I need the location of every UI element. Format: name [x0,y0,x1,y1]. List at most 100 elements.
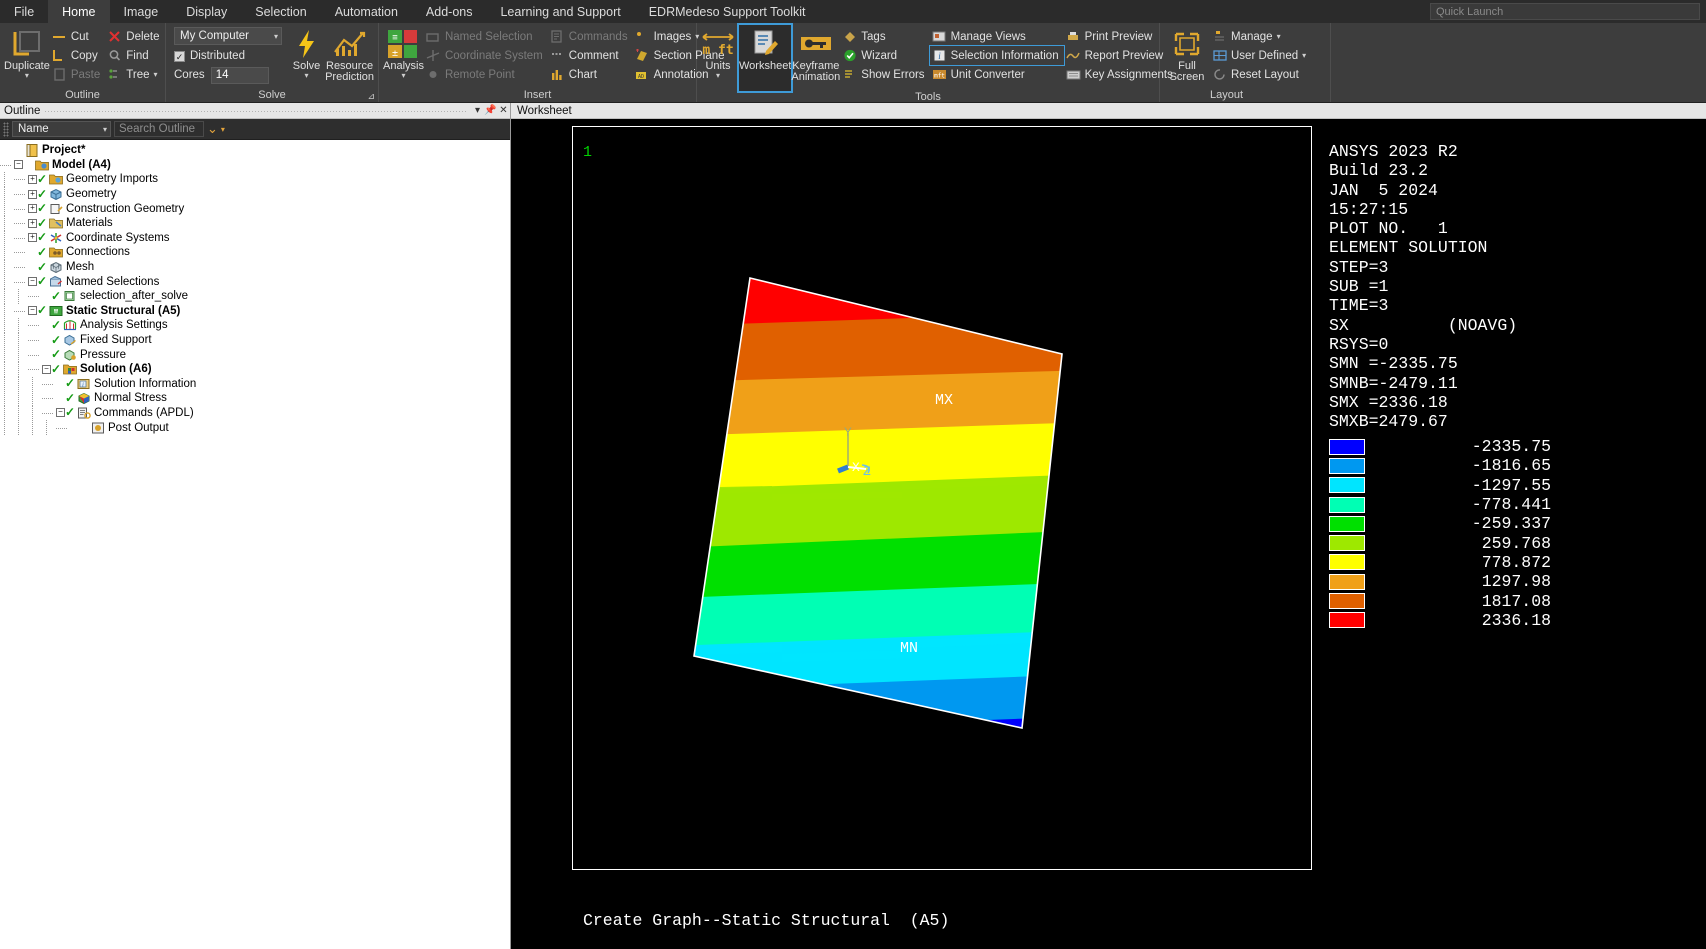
menu-item-display[interactable]: Display [172,0,241,23]
solve-target-dropdown[interactable]: My Computer ▾ [174,27,282,45]
cores-input[interactable]: 14 [210,66,269,84]
find-button[interactable]: Find [105,46,164,65]
manage-layout-button[interactable]: Manage ▾ [1210,27,1311,46]
tree-caret-icon[interactable]: ▾ [154,71,158,79]
duplicate-caret-icon[interactable]: ▾ [25,72,29,80]
tree-guide [42,420,56,435]
remote-point-button: Remote Point [424,65,548,84]
comment-label: Comment [568,49,619,62]
tree-item-connections[interactable]: ✓ Connections [0,245,510,260]
tree-item-commands-apdl[interactable]: − ✓ Commands (APDL) [0,405,510,421]
search-options-icon[interactable]: ▾ [221,125,225,133]
units-button[interactable]: m ft Units ▾ [701,25,735,80]
menu-item-file[interactable]: File [0,0,49,23]
tags-button[interactable]: Tags [840,27,929,46]
reset-layout-button[interactable]: Reset Layout [1210,65,1311,84]
toolbar-grip[interactable] [3,121,9,137]
menu-item-add-ons[interactable]: Add-ons [412,0,487,23]
tree-item-coordinate-systems[interactable]: + ✓ Coordinate Systems [0,230,510,246]
tree-expander[interactable]: − [28,306,37,316]
tree-expander[interactable]: + [28,204,37,214]
tree-expander[interactable]: + [28,218,37,228]
unit-converter-button[interactable]: mft Unit Converter [930,65,1064,84]
tree-item-selection-after-solve[interactable]: ✓ selection_after_solve [0,288,510,304]
resource-prediction-button[interactable]: Resource Prediction [325,25,374,83]
wizard-button[interactable]: Wizard [840,46,929,65]
svg-text:±: ± [392,48,398,59]
tree-status-check-icon: ✓ [51,347,62,362]
delete-button[interactable]: Delete [105,27,164,46]
show-errors-button[interactable]: Show Errors [840,65,929,84]
tree-item-label: Geometry [66,188,117,201]
menu-item-edrmedeso-support-toolkit[interactable]: EDRMedeso Support Toolkit [635,0,820,23]
manage-views-button[interactable]: Manage Views [930,27,1064,46]
user-defined-caret-icon[interactable]: ▾ [1302,52,1306,60]
tree-item-mesh[interactable]: ✓ Mesh [0,259,510,275]
user-defined-button[interactable]: User Defined ▾ [1210,46,1311,65]
tree-expander[interactable]: + [28,189,37,199]
outline-filter-dropdown[interactable]: Name ▾ [12,121,111,137]
solve-caret-icon[interactable]: ▾ [305,72,309,80]
menu-item-home[interactable]: Home [48,0,110,23]
graphics-viewport[interactable]: 1 MX MN Y X Z ANSYS 2023 R2 Build 23.2 J… [511,119,1706,949]
tree-expander[interactable]: + [28,233,37,243]
tree-guide [28,348,42,362]
tree-item-construction-geometry[interactable]: + ✓ Construction Geometry [0,201,510,216]
menu-item-automation[interactable]: Automation [321,0,412,23]
tree-expander[interactable]: + [28,174,37,184]
comment-button[interactable]: Comment [548,46,633,65]
tree-item-pressure[interactable]: ✓ Pressure [0,347,510,362]
tree-button[interactable]: Tree ▾ [105,65,164,84]
distributed-checkbox[interactable]: ✓ [174,50,185,62]
tree-item-label: Coordinate Systems [66,231,170,244]
keyframe-animation-button[interactable]: Keyframe Animation [791,25,840,83]
tree-item-model-a4[interactable]: − Model (A4) [0,158,510,173]
menu-item-selection[interactable]: Selection [241,0,320,23]
outline-menu-icon[interactable]: ▾ [471,105,484,116]
tree-item-named-selections[interactable]: − ✓ Named Selections [0,274,510,289]
tree-item-materials[interactable]: + ✓ Materials [0,215,510,231]
distributed-checkbox-row[interactable]: ✓ Distributed [174,47,282,65]
tree-item-solution-information[interactable]: ✓ i Solution Information [0,376,510,392]
tree-expander[interactable]: − [14,160,23,170]
tree-item-project[interactable]: Project* [0,143,510,158]
tree-status-check-icon: ✓ [37,259,48,274]
tree-item-solution-a6[interactable]: − ✓ Solution (A6) [0,361,510,377]
quick-launch-input[interactable]: Quick Launch [1430,3,1700,20]
search-expand-icon[interactable]: ⌄ [207,121,218,137]
analysis-caret-icon[interactable]: ▾ [401,72,405,80]
solve-button[interactable]: Solve ▾ [288,25,325,80]
paste-icon [52,67,67,82]
duplicate-button[interactable]: Duplicate ▾ [4,25,50,80]
tree-expander[interactable]: − [56,408,65,418]
tree-item-geometry-imports[interactable]: + ✓ Geometry Imports [0,172,510,187]
copy-button[interactable]: Copy [50,46,105,65]
tree-expander[interactable]: − [42,364,51,374]
tree-expander[interactable]: − [28,277,37,287]
analysis-button[interactable]: ≡ ± Analysis ▾ [383,25,424,80]
outline-pin-icon[interactable]: 📌 [484,105,497,116]
chart-button[interactable]: Chart [548,65,633,84]
menu-item-learning-and-support[interactable]: Learning and Support [486,0,634,23]
manage-views-label: Manage Views [950,30,1026,43]
tree-item-normal-stress[interactable]: ✓ Normal Stress [0,391,510,406]
tree-guide [14,275,28,289]
worksheet-button[interactable]: Worksheet [736,23,794,93]
units-caret-icon[interactable]: ▾ [716,72,720,80]
cut-button[interactable]: Cut [50,27,105,46]
full-screen-button[interactable]: Full Screen [1164,25,1210,83]
menu-item-image[interactable]: Image [110,0,173,23]
show-errors-icon [842,67,857,82]
tree-item-geometry[interactable]: + ✓ Geometry [0,186,510,202]
tree-item-fixed-support[interactable]: ✓ Fixed Support [0,332,510,348]
manage-caret-icon[interactable]: ▾ [1277,33,1281,41]
worksheet-title-bar: Worksheet [511,103,1706,119]
search-outline-input[interactable]: Search Outline [114,121,204,137]
selection-information-button[interactable]: i Selection Information [928,45,1065,66]
outline-close-icon[interactable]: ✕ [497,105,510,116]
solve-dialog-launcher[interactable]: ⊿ [367,91,375,102]
tree-item-static-structural-a5[interactable]: − ✓ ₩ Static Structural (A5) [0,303,510,319]
tree-item-analysis-settings[interactable]: ✓ Analysis Settings [0,318,510,333]
tree-item-post-output[interactable]: Post Output [0,420,510,435]
tree-status-check-icon: ✓ [51,332,62,347]
